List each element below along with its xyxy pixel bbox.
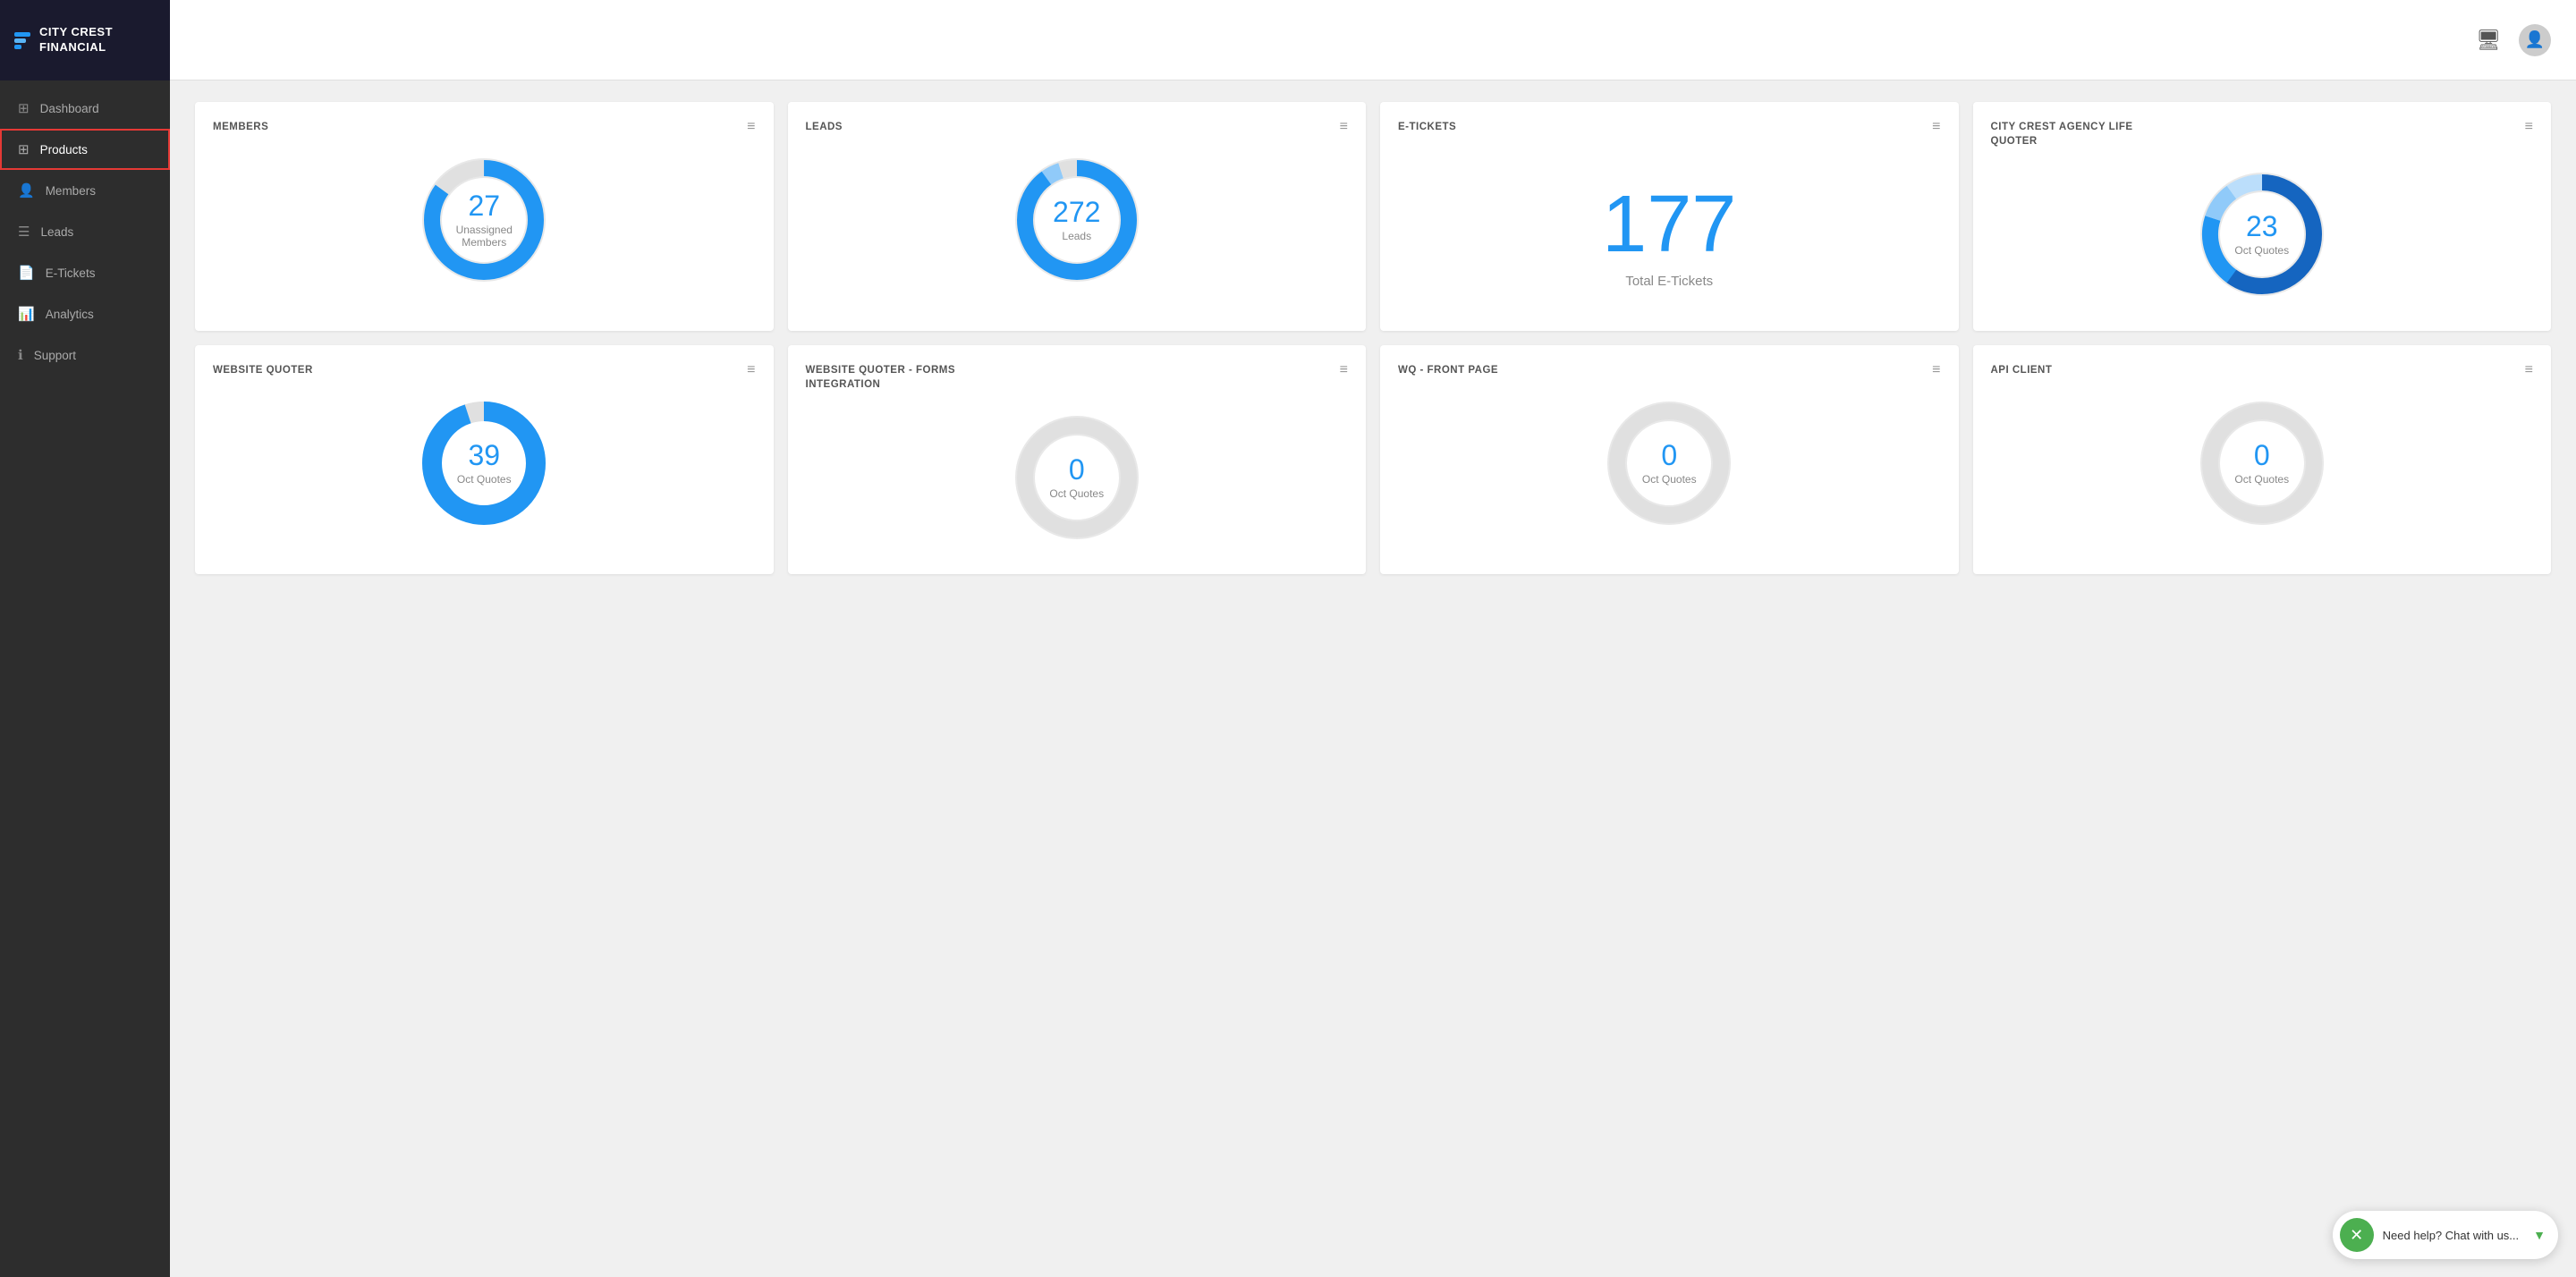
avatar-icon: 👤 [2525, 30, 2545, 49]
content-area: MEMBERS ≡ 27 UnassignedMembers LEADS ≡ [170, 80, 2576, 1277]
card-number-city-crest-quoter: 23 [2234, 212, 2289, 241]
monitor-icon[interactable]: 🖥 [2476, 29, 2501, 52]
card-number-website-quoter: 39 [457, 441, 512, 469]
card-title-api-client: API CLIENT [1991, 363, 2053, 377]
chat-chevron-icon: ▼ [2533, 1228, 2546, 1242]
sidebar-item-label: Products [40, 143, 88, 156]
sidebar-item-label: Analytics [46, 308, 94, 321]
leads-icon: ☰ [18, 224, 30, 240]
sidebar-nav: ⊞ Dashboard ⊞ Products 👤 Members ☰ Leads… [0, 80, 170, 1277]
card-title-city-crest-quoter: CITY CREST AGENCY LIFEQUOTER [1991, 120, 2133, 148]
card-title-leads: LEADS [806, 120, 843, 134]
sidebar-item-etickets[interactable]: 📄 E-Tickets [0, 252, 170, 293]
card-wq-front-page: WQ - FRONT PAGE ≡ 0 Oct Quotes [1380, 345, 1959, 574]
donut-chart-website-quoter: 39 Oct Quotes [412, 392, 555, 535]
sidebar-item-label: E-Tickets [46, 266, 96, 280]
sidebar-item-label: Members [46, 184, 96, 198]
card-menu-etickets[interactable]: ≡ [1932, 120, 1940, 134]
donut-chart-members: 27 UnassignedMembers [412, 148, 555, 292]
card-label-api-client: Oct Quotes [2234, 473, 2289, 486]
members-icon: 👤 [18, 182, 35, 199]
card-number-etickets: 177 [1602, 184, 1736, 265]
sidebar-item-support[interactable]: ℹ Support [0, 334, 170, 376]
card-menu-api-client[interactable]: ≡ [2525, 363, 2533, 377]
main-container: 🖥 👤 MEMBERS ≡ 27 UnassignedMembers [170, 0, 2576, 1277]
card-website-quoter-forms: WEBSITE QUOTER - FORMSINTEGRATION ≡ 0 Oc… [788, 345, 1367, 574]
card-title-website-quoter: WEBSITE QUOTER [213, 363, 313, 377]
card-number-wq-front-page: 0 [1642, 441, 1697, 469]
sidebar-item-label: Support [34, 349, 76, 362]
card-title-etickets: E-TICKETS [1398, 120, 1456, 134]
cards-grid: MEMBERS ≡ 27 UnassignedMembers LEADS ≡ [195, 102, 2551, 574]
card-label-wq-front-page: Oct Quotes [1642, 473, 1697, 486]
logo-area: CITY CREST FINANCIAL [0, 0, 170, 80]
card-menu-wq-front-page[interactable]: ≡ [1932, 363, 1940, 377]
analytics-icon: 📊 [18, 306, 35, 322]
card-title-members: MEMBERS [213, 120, 268, 134]
logo-icon [14, 32, 30, 49]
sidebar-item-analytics[interactable]: 📊 Analytics [0, 293, 170, 334]
donut-chart-api-client: 0 Oct Quotes [2190, 392, 2334, 535]
card-menu-leads[interactable]: ≡ [1340, 120, 1348, 134]
sidebar-item-products[interactable]: ⊞ Products [0, 129, 170, 170]
card-label-website-quoter: Oct Quotes [457, 473, 512, 486]
card-title-website-quoter-forms: WEBSITE QUOTER - FORMSINTEGRATION [806, 363, 956, 392]
card-header-city-crest-quoter: CITY CREST AGENCY LIFEQUOTER ≡ [1991, 120, 2534, 148]
card-label-etickets: Total E-Tickets [1602, 274, 1736, 289]
chat-text: Need help? Chat with us... [2383, 1229, 2519, 1242]
card-header-etickets: E-TICKETS ≡ [1398, 120, 1941, 134]
donut-chart-leads: 272 Leads [1005, 148, 1148, 292]
donut-chart-city-crest-quoter: 23 Oct Quotes [2190, 163, 2334, 306]
card-city-crest-quoter: CITY CREST AGENCY LIFEQUOTER ≡ 23 Oct Qu… [1973, 102, 2552, 331]
card-number-website-quoter-forms: 0 [1049, 455, 1104, 484]
header: 🖥 👤 [170, 0, 2576, 80]
sidebar-item-dashboard[interactable]: ⊞ Dashboard [0, 88, 170, 129]
chat-icon: ✕ [2340, 1218, 2374, 1252]
card-api-client: API CLIENT ≡ 0 Oct Quotes [1973, 345, 2552, 574]
card-label-members: UnassignedMembers [456, 224, 513, 249]
sidebar-item-label: Leads [40, 225, 73, 239]
card-label-leads: Leads [1053, 230, 1100, 242]
card-header-leads: LEADS ≡ [806, 120, 1349, 134]
dashboard-icon: ⊞ [18, 100, 30, 116]
card-header-members: MEMBERS ≡ [213, 120, 756, 134]
card-label-city-crest-quoter: Oct Quotes [2234, 244, 2289, 257]
card-website-quoter: WEBSITE QUOTER ≡ 39 Oct Quotes [195, 345, 774, 574]
card-header-website-quoter: WEBSITE QUOTER ≡ [213, 363, 756, 377]
card-header-api-client: API CLIENT ≡ [1991, 363, 2534, 377]
logo-text: CITY CREST FINANCIAL [39, 25, 113, 55]
card-header-website-quoter-forms: WEBSITE QUOTER - FORMSINTEGRATION ≡ [806, 363, 1349, 392]
card-etickets: E-TICKETS ≡ 177 Total E-Tickets [1380, 102, 1959, 331]
card-number-members: 27 [456, 191, 513, 220]
card-number-api-client: 0 [2234, 441, 2289, 469]
sidebar: CITY CREST FINANCIAL ⊞ Dashboard ⊞ Produ… [0, 0, 170, 1277]
donut-chart-website-quoter-forms: 0 Oct Quotes [1005, 406, 1148, 549]
card-menu-members[interactable]: ≡ [747, 120, 755, 134]
etickets-icon: 📄 [18, 265, 35, 281]
card-title-wq-front-page: WQ - FRONT PAGE [1398, 363, 1498, 377]
card-header-wq-front-page: WQ - FRONT PAGE ≡ [1398, 363, 1941, 377]
card-menu-website-quoter-forms[interactable]: ≡ [1340, 363, 1348, 377]
card-menu-website-quoter[interactable]: ≡ [747, 363, 755, 377]
user-avatar[interactable]: 👤 [2519, 24, 2551, 56]
donut-chart-wq-front-page: 0 Oct Quotes [1597, 392, 1741, 535]
support-icon: ℹ [18, 347, 23, 363]
card-menu-city-crest-quoter[interactable]: ≡ [2525, 120, 2533, 134]
products-icon: ⊞ [18, 141, 30, 157]
card-number-leads: 272 [1053, 198, 1100, 226]
card-label-website-quoter-forms: Oct Quotes [1049, 487, 1104, 500]
sidebar-item-label: Dashboard [40, 102, 99, 115]
sidebar-item-members[interactable]: 👤 Members [0, 170, 170, 211]
card-members: MEMBERS ≡ 27 UnassignedMembers [195, 102, 774, 331]
card-leads: LEADS ≡ 272 Leads [788, 102, 1367, 331]
sidebar-item-leads[interactable]: ☰ Leads [0, 211, 170, 252]
chat-widget[interactable]: ✕ Need help? Chat with us... ▼ [2333, 1211, 2558, 1259]
